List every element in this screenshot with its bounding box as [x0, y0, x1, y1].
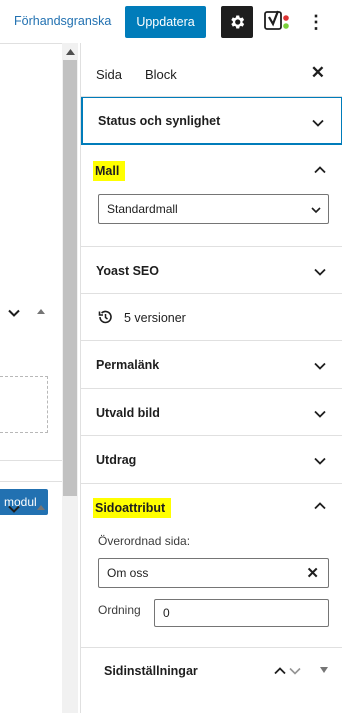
clear-icon[interactable]: ✕ [306, 564, 319, 582]
chevron-down-icon[interactable] [7, 306, 21, 320]
panel-title: Yoast SEO [96, 264, 159, 278]
chevron-down-icon [314, 268, 326, 276]
divider [0, 460, 62, 461]
chevron-down-icon [314, 362, 326, 370]
chevron-down-icon [314, 410, 326, 418]
panel-title: Utvald bild [96, 406, 160, 420]
sidebar-tabs: Sida Block ✕ [81, 43, 342, 97]
panel-page-attributes: Sidoattribut Överordnad sida: Om oss ✕ O… [81, 484, 342, 647]
panel-revisions[interactable]: 5 versioner [81, 294, 342, 341]
top-toolbar: Förhandsgranska Uppdatera ⋮ [0, 0, 342, 43]
tab-block[interactable]: Block [145, 67, 177, 82]
panel-title[interactable]: Mall [93, 161, 126, 181]
editor-canvas: modul [0, 43, 62, 713]
chevron-up-icon[interactable] [313, 499, 327, 513]
yoast-button[interactable] [263, 9, 293, 35]
tab-page[interactable]: Sida [96, 67, 122, 82]
panel-yoast-seo[interactable]: Yoast SEO [81, 247, 342, 294]
parent-page-value: Om oss [107, 566, 149, 580]
template-select[interactable]: Standardmall [98, 194, 329, 224]
chevron-up-icon[interactable] [313, 163, 327, 177]
history-icon [98, 310, 112, 324]
block-mover [0, 502, 62, 522]
scrollbar-thumb[interactable] [63, 60, 77, 496]
toggle-panel-icon[interactable] [320, 667, 328, 674]
panel-title: Sidinställningar [104, 664, 198, 678]
gear-icon [231, 15, 245, 29]
template-select-value: Standardmall [107, 202, 178, 216]
move-up-icon[interactable] [37, 308, 45, 316]
panel-status-visibility[interactable]: Status och synlighet [81, 97, 342, 145]
more-options-button[interactable]: ⋮ [307, 8, 325, 36]
scroll-up-icon[interactable] [66, 49, 75, 55]
panel-page-settings[interactable]: Sidinställningar [81, 647, 342, 692]
panel-template: Mall Standardmall [81, 147, 342, 247]
parent-page-label: Överordnad sida: [98, 534, 191, 548]
panel-title: Status och synlighet [98, 114, 221, 128]
panel-featured-image[interactable]: Utvald bild [81, 389, 342, 436]
order-input[interactable]: 0 [154, 599, 329, 627]
panel-title: Utdrag [96, 453, 137, 467]
settings-button[interactable] [221, 6, 253, 38]
block-placeholder[interactable] [0, 376, 48, 433]
move-up-icon[interactable] [37, 504, 45, 512]
chevron-down-icon [312, 119, 324, 127]
settings-sidebar: Sida Block ✕ Status och synlighet Mall S… [80, 43, 342, 713]
chevron-down-icon [311, 207, 321, 214]
panel-excerpt[interactable]: Utdrag [81, 436, 342, 484]
panel-title[interactable]: Sidoattribut [93, 498, 172, 518]
order-value: 0 [163, 606, 170, 620]
preview-button[interactable]: Förhandsgranska [14, 14, 111, 28]
chevron-down-icon[interactable] [7, 502, 21, 516]
panel-permalink[interactable]: Permalänk [81, 341, 342, 389]
update-button[interactable]: Uppdatera [125, 6, 206, 38]
move-down-icon[interactable] [288, 664, 302, 678]
panel-title: Permalänk [96, 358, 160, 372]
block-mover [0, 306, 62, 326]
order-label: Ordning [98, 603, 141, 617]
close-icon[interactable]: ✕ [311, 63, 325, 83]
move-up-icon[interactable] [273, 664, 287, 678]
divider [0, 481, 62, 482]
parent-page-field[interactable]: Om oss ✕ [98, 558, 329, 588]
chevron-down-icon [314, 457, 326, 465]
revisions-label: 5 versioner [124, 311, 186, 325]
yoast-icon [264, 10, 289, 30]
